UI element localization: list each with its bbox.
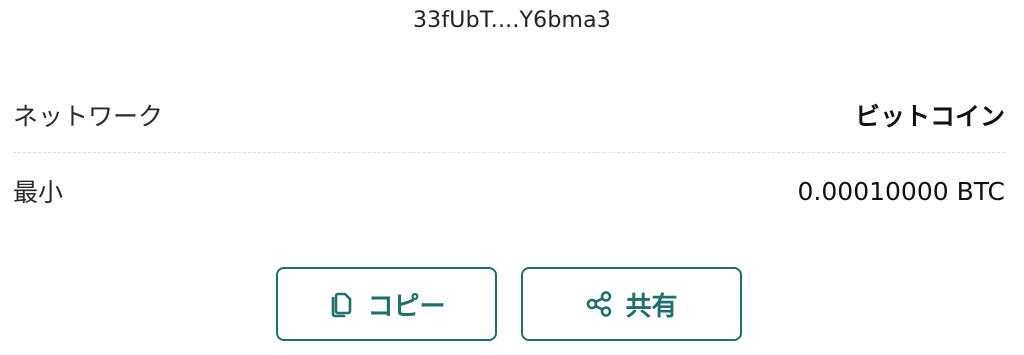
share-button-label: 共有 bbox=[625, 291, 678, 322]
share-button[interactable]: 共有 bbox=[521, 267, 742, 341]
share-icon bbox=[585, 290, 613, 318]
minimum-value: 0.00010000 BTC bbox=[797, 176, 1005, 206]
network-value: ビットコイン bbox=[854, 102, 1005, 131]
minimum-row: 最小 0.00010000 BTC bbox=[13, 172, 1005, 210]
network-label: ネットワーク bbox=[13, 102, 164, 131]
copy-button-label: コピー bbox=[367, 291, 446, 322]
copy-button[interactable]: コピー bbox=[276, 267, 497, 341]
wallet-address: 33fUbT....Y6bma3 bbox=[412, 8, 612, 33]
row-divider bbox=[13, 152, 1005, 153]
network-row: ネットワーク ビットコイン bbox=[13, 96, 1005, 134]
minimum-label: 最小 bbox=[13, 178, 64, 207]
copy-icon bbox=[327, 289, 355, 319]
deposit-address-panel: 33fUbT....Y6bma3 ネットワーク ビットコイン 最小 0.0001… bbox=[0, 0, 1024, 355]
